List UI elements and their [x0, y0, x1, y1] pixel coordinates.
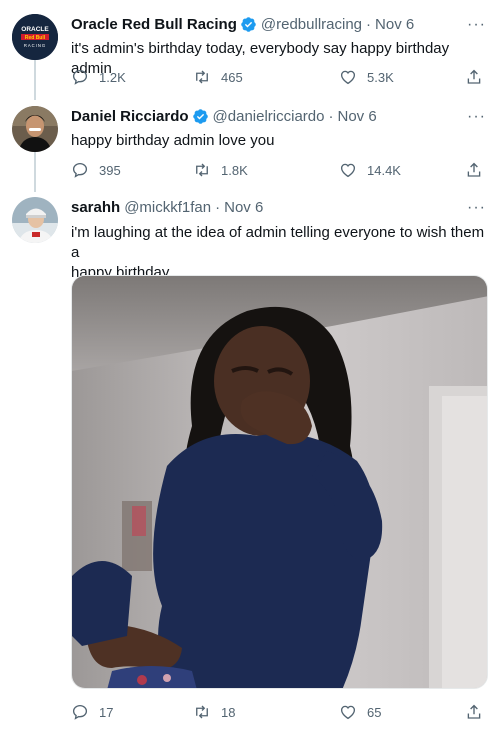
share-button[interactable]: [465, 703, 493, 721]
separator-dot: ·: [366, 15, 372, 33]
display-name[interactable]: Daniel Ricciardo: [71, 108, 189, 125]
more-options-icon[interactable]: ···: [467, 108, 486, 126]
reply-icon: [72, 704, 88, 720]
user-handle[interactable]: @redbullracing: [261, 16, 362, 33]
like-count: 5.3K: [367, 69, 394, 85]
retweet-count: 18: [221, 704, 236, 720]
share-button[interactable]: [465, 161, 493, 179]
tweet-media-image[interactable]: [71, 275, 488, 689]
reply-button[interactable]: 395: [71, 161, 121, 179]
reply-count: 395: [99, 162, 121, 178]
svg-text:RACING: RACING: [24, 43, 46, 48]
tweet-header: Daniel Ricciardo @danielricciardo · Nov …: [71, 106, 377, 126]
retweet-icon: [196, 163, 208, 177]
more-options-icon[interactable]: ···: [467, 16, 486, 34]
verified-badge-icon: [241, 16, 256, 32]
heart-icon: [340, 705, 356, 720]
share-icon: [467, 704, 481, 719]
avatar-logo-text: ORACLE: [21, 26, 49, 33]
tweet-header: sarahh @mickkf1fan · Nov 6: [71, 197, 263, 217]
tweet-actions: 1.2K 465 5.3K: [71, 68, 486, 90]
like-button[interactable]: 65: [339, 703, 381, 721]
share-icon: [467, 162, 481, 177]
like-button[interactable]: 14.4K: [339, 161, 401, 179]
retweet-count: 1.8K: [221, 162, 248, 178]
tweet-actions: 395 1.8K 14.4K: [71, 161, 486, 183]
user-handle[interactable]: @mickkf1fan: [124, 199, 211, 216]
reply-button[interactable]: 1.2K: [71, 68, 126, 86]
tweet-date[interactable]: Nov 6: [375, 16, 414, 33]
avatar[interactable]: [12, 197, 58, 243]
retweet-count: 465: [221, 69, 243, 85]
reply-count: 1.2K: [99, 69, 126, 85]
tweet-header: Oracle Red Bull Racing @redbullracing · …: [71, 14, 414, 34]
like-count: 14.4K: [367, 162, 401, 178]
tweet-danielricciardo[interactable]: Daniel Ricciardo @danielricciardo · Nov …: [0, 106, 500, 186]
avatar[interactable]: ORACLE Red Bull RACING: [12, 14, 58, 60]
verified-badge-icon: [192, 108, 208, 124]
reply-count: 17: [99, 704, 114, 720]
retweet-button[interactable]: 1.8K: [193, 161, 248, 179]
svg-text:Red Bull: Red Bull: [25, 35, 46, 41]
retweet-icon: [196, 70, 208, 84]
retweet-button[interactable]: 18: [193, 703, 235, 721]
tweet-text: i'm laughing at the idea of admin tellin…: [71, 223, 489, 283]
retweet-button[interactable]: 465: [193, 68, 243, 86]
reply-icon: [72, 162, 88, 178]
heart-icon: [340, 163, 356, 178]
retweet-icon: [196, 705, 208, 719]
tweet-text: happy birthday admin love you: [71, 132, 275, 149]
display-name[interactable]: Oracle Red Bull Racing: [71, 16, 237, 33]
tweet-date[interactable]: Nov 6: [338, 108, 377, 125]
reply-button[interactable]: 17: [71, 703, 113, 721]
share-icon: [467, 69, 481, 84]
like-count: 65: [367, 704, 382, 720]
tweet-text-line: i'm laughing at the idea of admin tellin…: [71, 224, 485, 261]
avatar[interactable]: [12, 106, 58, 152]
user-handle[interactable]: @danielricciardo: [213, 108, 325, 125]
display-name[interactable]: sarahh: [71, 199, 120, 216]
separator-dot: ·: [215, 198, 221, 216]
tweet-date[interactable]: Nov 6: [224, 199, 263, 216]
share-button[interactable]: [465, 68, 493, 86]
reply-icon: [72, 69, 88, 85]
like-button[interactable]: 5.3K: [339, 68, 394, 86]
separator-dot: ·: [328, 107, 334, 125]
more-options-icon[interactable]: ···: [467, 199, 486, 217]
tweet-redbullracing[interactable]: ORACLE Red Bull RACING Oracle Red Bull R…: [0, 14, 500, 94]
heart-icon: [340, 70, 356, 85]
tweet-actions: 17 18 65: [71, 703, 486, 725]
